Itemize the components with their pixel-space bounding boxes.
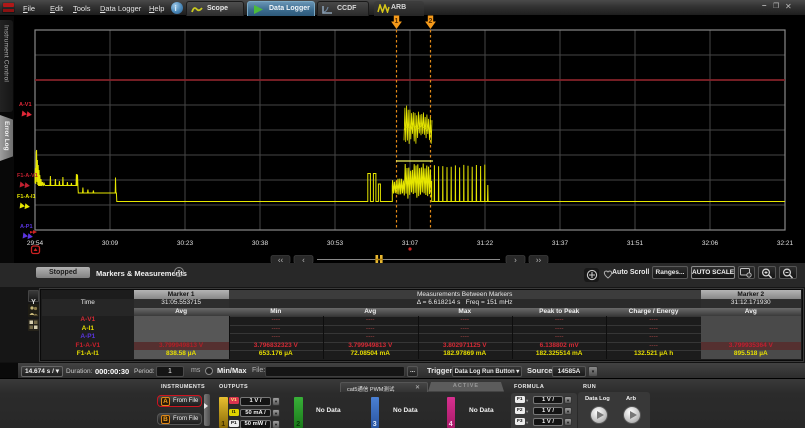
svg-text:30:09: 30:09: [102, 240, 119, 247]
svg-text:‹‹: ‹‹: [278, 256, 284, 264]
svg-text:F1-A-V1: F1-A-V1: [17, 173, 38, 179]
svg-text:A-P1: A-P1: [20, 224, 33, 230]
svg-text:30:23: 30:23: [177, 240, 194, 247]
svg-text:31:37: 31:37: [552, 240, 569, 247]
svg-text:›: ›: [514, 256, 517, 264]
svg-text:30:53: 30:53: [327, 240, 344, 247]
svg-text:2: 2: [429, 18, 433, 25]
svg-text:‹: ‹: [302, 256, 305, 264]
svg-text:32:06: 32:06: [702, 240, 719, 247]
svg-text:F1-A-I1: F1-A-I1: [17, 194, 36, 200]
svg-text:31:07: 31:07: [402, 240, 419, 247]
svg-text:32:21: 32:21: [777, 240, 794, 247]
svg-text:31:51: 31:51: [627, 240, 644, 247]
svg-text:30:38: 30:38: [252, 240, 269, 247]
svg-text:››: ››: [536, 256, 542, 264]
svg-text:1: 1: [395, 18, 399, 25]
svg-text:31:22: 31:22: [477, 240, 494, 247]
svg-text:A-V1: A-V1: [19, 102, 32, 108]
